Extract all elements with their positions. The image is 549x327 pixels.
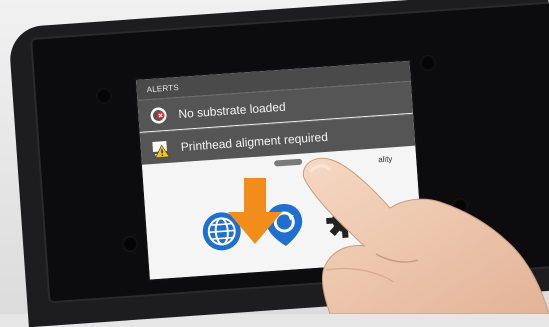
bezel-screw-top-right: [420, 55, 436, 71]
printhead-warning-icon: [152, 141, 170, 159]
bezel-screw-top-left: [96, 88, 112, 104]
swipe-down-arrow-icon: [228, 178, 282, 244]
pointing-finger-image: [302, 157, 549, 314]
substrate-error-icon: [150, 107, 167, 124]
alert-label: No substrate loaded: [177, 99, 287, 121]
bezel-screw-bottom-left: [122, 236, 138, 252]
